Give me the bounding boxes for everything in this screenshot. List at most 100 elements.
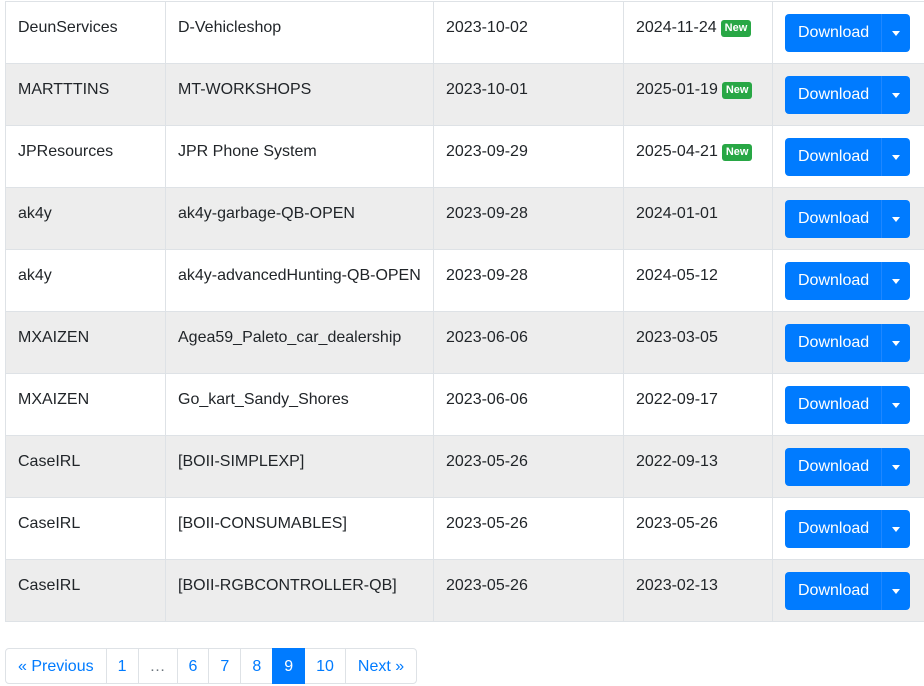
author-cell: ak4y [5, 187, 166, 250]
action-cell: Download [772, 249, 924, 312]
resource-name: MT-WORKSHOPS [178, 81, 312, 98]
caret-down-icon [892, 526, 901, 532]
download-options-toggle[interactable] [881, 14, 911, 52]
download-button-group: Download [785, 138, 911, 176]
author: DeunServices [18, 19, 118, 36]
download-options-toggle[interactable] [881, 200, 911, 238]
download-button[interactable]: Download [785, 138, 882, 176]
table-row: CaseIRL [BOII-RGBCONTROLLER-QB] 2023-05-26… [5, 559, 924, 622]
author: CaseIRL [18, 453, 81, 470]
download-button[interactable]: Download [785, 262, 882, 300]
download-button-group: Download [785, 510, 911, 548]
updated-date: 2023-05-26 [636, 515, 718, 532]
updated-date: 2024-05-12 [636, 267, 718, 284]
updated-date: 2025-04-21 [636, 143, 718, 160]
created-date: 2023-05-26 [446, 515, 528, 532]
download-button[interactable]: Download [785, 572, 882, 610]
download-button-group: Download [785, 200, 911, 238]
updated-date: 2023-03-05 [636, 329, 718, 346]
author: JPResources [18, 143, 114, 160]
action-cell: Download [772, 311, 924, 374]
download-options-toggle[interactable] [881, 386, 911, 424]
pagination-page[interactable]: 6 [176, 648, 210, 684]
download-options-toggle[interactable] [881, 572, 911, 610]
author-cell: DeunServices [5, 1, 166, 64]
pagination-page[interactable]: 10 [304, 648, 346, 684]
author: ak4y [18, 205, 52, 222]
pagination-page-current[interactable]: 9 [272, 648, 306, 684]
resource-name: D-Vehicleshop [178, 19, 282, 36]
download-options-toggle[interactable] [881, 448, 911, 486]
author: MARTTTINS [18, 81, 110, 98]
updated-date-cell: 2023-02-13 [623, 559, 773, 622]
download-button-group: Download [785, 448, 911, 486]
resource-name-cell: Agea59_Paleto_car_dealership [165, 311, 434, 374]
caret-down-icon [892, 154, 901, 160]
updated-date-cell: 2023-03-05 [623, 311, 773, 374]
download-options-toggle[interactable] [881, 138, 911, 176]
pagination-page[interactable]: 7 [208, 648, 242, 684]
updated-date: 2022-09-17 [636, 391, 718, 408]
resource-name-cell: ak4y-advancedHunting-QB-OPEN [165, 249, 434, 312]
download-button-group: Download [785, 572, 911, 610]
created-date: 2023-09-29 [446, 143, 528, 160]
download-button[interactable]: Download [785, 510, 882, 548]
author-cell: MXAIZEN [5, 373, 166, 436]
download-button-group: Download [785, 14, 911, 52]
pagination-next[interactable]: Next » [344, 648, 418, 684]
updated-date: 2023-02-13 [636, 577, 718, 594]
created-date-cell: 2023-09-29 [433, 125, 624, 188]
table-body: DeunServices D-Vehicleshop 2023-10-02 2024-… [5, 1, 924, 622]
download-options-toggle[interactable] [881, 76, 911, 114]
author-cell: MXAIZEN [5, 311, 166, 374]
pagination-page[interactable]: 1 [105, 648, 139, 684]
caret-down-icon [892, 92, 901, 98]
table-row: MXAIZEN Go_kart_Sandy_Shores 2023-06-06 202… [5, 373, 924, 436]
author: MXAIZEN [18, 391, 90, 408]
author: CaseIRL [18, 515, 81, 532]
download-button-group: Download [785, 386, 911, 424]
author-cell: MARTTTINS [5, 63, 166, 126]
download-button[interactable]: Download [785, 200, 882, 238]
updated-date-cell: 2022-09-13 [623, 435, 773, 498]
action-cell: Download [772, 125, 924, 188]
created-date-cell: 2023-05-26 [433, 497, 624, 560]
updated-date-cell: 2024-11-24 New [623, 1, 773, 64]
resource-name-cell: ak4y-garbage-QB-OPEN [165, 187, 434, 250]
download-options-toggle[interactable] [881, 262, 911, 300]
caret-down-icon [892, 340, 901, 346]
download-button-group: Download [785, 262, 911, 300]
download-options-toggle[interactable] [881, 324, 911, 362]
download-button[interactable]: Download [785, 324, 882, 362]
resource-name-cell: D-Vehicleshop [165, 1, 434, 64]
pagination: « Previous 1… 6 7 8 9 10 Next » [5, 648, 418, 684]
created-date: 2023-05-26 [446, 577, 528, 594]
created-date-cell: 2023-05-26 [433, 559, 624, 622]
download-button[interactable]: Download [785, 386, 882, 424]
caret-down-icon [892, 216, 901, 222]
caret-down-icon [892, 402, 901, 408]
resource-name: JPR Phone System [178, 143, 317, 160]
pagination-previous[interactable]: « Previous [5, 648, 107, 684]
download-button[interactable]: Download [785, 14, 882, 52]
download-options-toggle[interactable] [881, 510, 911, 548]
download-button[interactable]: Download [785, 76, 882, 114]
caret-down-icon [892, 278, 901, 284]
author-cell: ak4y [5, 249, 166, 312]
new-badge: New [721, 82, 753, 99]
download-button-group: Download [785, 324, 911, 362]
created-date: 2023-10-02 [446, 19, 528, 36]
updated-date-cell: 2023-05-26 [623, 497, 773, 560]
author-cell: CaseIRL [5, 559, 166, 622]
resource-name: [BOII-CONSUMABLES] [178, 515, 347, 532]
author: CaseIRL [18, 577, 81, 594]
author: MXAIZEN [18, 329, 90, 346]
download-button[interactable]: Download [785, 448, 882, 486]
pagination-page[interactable]: 8 [240, 648, 274, 684]
action-cell: Download [772, 559, 924, 622]
resource-name-cell: MT-WORKSHOPS [165, 63, 434, 126]
author-cell: JPResources [5, 125, 166, 188]
table-row: MXAIZEN Agea59_Paleto_car_dealership 2023-… [5, 311, 924, 374]
author-cell: CaseIRL [5, 497, 166, 560]
created-date-cell: 2023-09-28 [433, 249, 624, 312]
